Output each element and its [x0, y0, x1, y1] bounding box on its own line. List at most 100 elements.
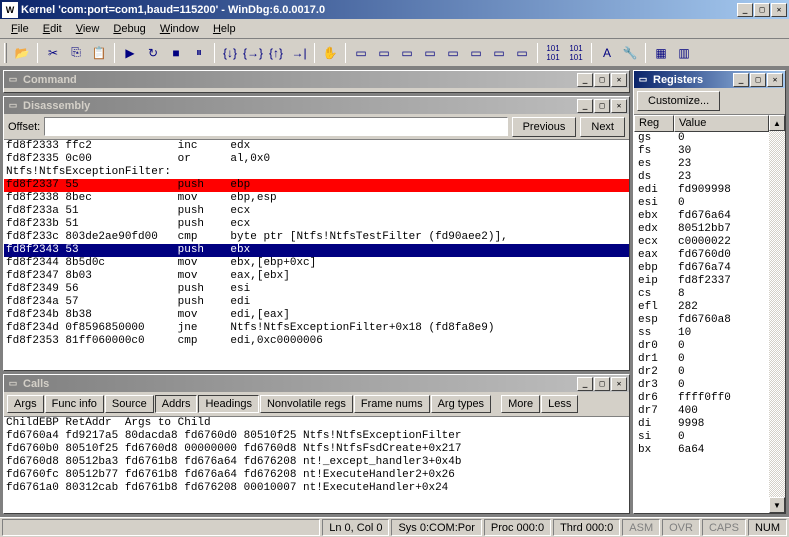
breakpoint-icon[interactable]: ✋	[319, 42, 341, 64]
pane-close-button[interactable]: ✕	[611, 99, 627, 113]
calls-tab[interactable]: Headings	[198, 395, 258, 413]
disassembly-titlebar[interactable]: ▭ Disassembly _ □ ✕	[4, 97, 629, 114]
calls-tab[interactable]: Nonvolatile regs	[260, 395, 353, 413]
registers-col-reg[interactable]: Reg	[634, 115, 674, 132]
locals-window-icon[interactable]: ▭	[396, 42, 418, 64]
scratch-window-icon[interactable]: ▭	[511, 42, 533, 64]
register-row[interactable]: di9998	[634, 418, 769, 431]
register-row[interactable]: dr10	[634, 353, 769, 366]
disasm-line[interactable]: fd8f233a 51 push ecx	[4, 205, 629, 218]
register-row[interactable]: gs0	[634, 132, 769, 145]
registers-col-value[interactable]: Value	[674, 115, 769, 132]
break-icon[interactable]: ⏸	[188, 42, 210, 64]
disasm-line[interactable]: fd8f2347 8b03 mov eax,[ebx]	[4, 270, 629, 283]
calls-less-button[interactable]: Less	[541, 395, 578, 413]
disasm-line[interactable]: fd8f233c 803de2ae90fd00 cmp byte ptr [Nt…	[4, 231, 629, 244]
calls-tab[interactable]: Arg types	[431, 395, 491, 413]
disasm-line[interactable]: fd8f2344 8b5d0c mov ebx,[ebp+0xc]	[4, 257, 629, 270]
copy-icon[interactable]: ⎘	[65, 42, 87, 64]
menu-debug[interactable]: Debug	[106, 21, 152, 37]
disasm-line[interactable]: fd8f234d 0f8596850000 jne Ntfs!NtfsExcep…	[4, 322, 629, 335]
disasm-line[interactable]: fd8f2335 0c00 or al,0x0	[4, 153, 629, 166]
step-into-icon[interactable]: {↓}	[219, 42, 241, 64]
stop-icon[interactable]: ■	[165, 42, 187, 64]
pane-minimize-button[interactable]: _	[577, 73, 593, 87]
register-row[interactable]: dr7400	[634, 405, 769, 418]
pane-close-button[interactable]: ✕	[611, 377, 627, 391]
calls-listing[interactable]: ChildEBP RetAddr Args to Childfd6760a4 f…	[4, 417, 629, 513]
disasm-line[interactable]: fd8f2343 53 push ebx	[4, 244, 629, 257]
disasm-line[interactable]: fd8f2349 56 push esi	[4, 283, 629, 296]
pane-minimize-button[interactable]: _	[577, 377, 593, 391]
font-icon[interactable]: A	[596, 42, 618, 64]
disasm-line[interactable]: fd8f2337 55 push ebp	[4, 179, 629, 192]
disasm-line[interactable]: fd8f2333 ffc2 inc edx	[4, 140, 629, 153]
callstack-window-icon[interactable]: ▭	[465, 42, 487, 64]
command-window-icon[interactable]: ▭	[350, 42, 372, 64]
customize-button[interactable]: Customize...	[637, 91, 720, 111]
disasm-line[interactable]: fd8f234a 57 push edi	[4, 296, 629, 309]
pane-minimize-button[interactable]: _	[577, 99, 593, 113]
calls-more-button[interactable]: More	[501, 395, 540, 413]
calls-tab[interactable]: Func info	[45, 395, 104, 413]
register-row[interactable]: bx6a64	[634, 444, 769, 457]
register-row[interactable]: ebpfd676a74	[634, 262, 769, 275]
register-row[interactable]: dr00	[634, 340, 769, 353]
register-row[interactable]: cs8	[634, 288, 769, 301]
arrange-icon[interactable]: ▦	[650, 42, 672, 64]
memory-window-icon[interactable]: ▭	[442, 42, 464, 64]
register-row[interactable]: dr30	[634, 379, 769, 392]
source-mode-icon[interactable]: 101101	[542, 42, 564, 64]
arrange2-icon[interactable]: ▥	[673, 42, 695, 64]
minimize-button[interactable]: _	[737, 3, 753, 17]
calls-tab[interactable]: Frame nums	[354, 395, 430, 413]
previous-button[interactable]: Previous	[512, 117, 577, 137]
scroll-up-icon[interactable]: ▲	[769, 115, 785, 131]
register-row[interactable]: espfd6760a8	[634, 314, 769, 327]
offset-input[interactable]	[44, 117, 507, 136]
pane-maximize-button[interactable]: □	[594, 377, 610, 391]
open-icon[interactable]: 📂	[11, 42, 33, 64]
run-to-cursor-icon[interactable]: →|	[288, 42, 310, 64]
menu-file[interactable]: File	[4, 21, 36, 37]
go-icon[interactable]: ▶	[119, 42, 141, 64]
menu-window[interactable]: Window	[153, 21, 206, 37]
register-row[interactable]: efl282	[634, 301, 769, 314]
paste-icon[interactable]: 📋	[88, 42, 110, 64]
calls-row[interactable]: fd6760d8 80512ba3 fd6761b8 fd676a64 fd67…	[4, 456, 629, 469]
disasm-line[interactable]: Ntfs!NtfsExceptionFilter:	[4, 166, 629, 179]
pane-close-button[interactable]: ✕	[767, 73, 783, 87]
step-over-icon[interactable]: {→}	[242, 42, 264, 64]
calls-tab[interactable]: Args	[7, 395, 44, 413]
restart-icon[interactable]: ↻	[142, 42, 164, 64]
disassembly-listing[interactable]: fd8f2333 ffc2 inc edxfd8f2335 0c00 or al…	[4, 140, 629, 370]
disasm-line[interactable]: fd8f233b 51 push ecx	[4, 218, 629, 231]
calls-row[interactable]: fd6760a4 fd9217a5 80dacda8 fd6760d0 8051…	[4, 430, 629, 443]
scroll-down-icon[interactable]: ▼	[769, 497, 785, 513]
calls-titlebar[interactable]: ▭ Calls _ □ ✕	[4, 375, 629, 392]
calls-tab[interactable]: Addrs	[155, 395, 198, 413]
registers-scrollbar[interactable]: ▲ ▼	[769, 115, 785, 513]
pane-maximize-button[interactable]: □	[594, 99, 610, 113]
register-row[interactable]: edifd909998	[634, 184, 769, 197]
close-button[interactable]: ✕	[771, 3, 787, 17]
next-button[interactable]: Next	[580, 117, 625, 137]
pane-minimize-button[interactable]: _	[733, 73, 749, 87]
menu-view[interactable]: View	[69, 21, 107, 37]
register-row[interactable]: es23	[634, 158, 769, 171]
register-row[interactable]: ecxc0000022	[634, 236, 769, 249]
cut-icon[interactable]: ✂	[42, 42, 64, 64]
watch-window-icon[interactable]: ▭	[373, 42, 395, 64]
register-row[interactable]: ss10	[634, 327, 769, 340]
options-icon[interactable]: 🔧	[619, 42, 641, 64]
binary-mode-icon[interactable]: 101101	[565, 42, 587, 64]
menu-edit[interactable]: Edit	[36, 21, 69, 37]
calls-row[interactable]: fd6760fc 80512b77 fd6761b8 fd676a64 fd67…	[4, 469, 629, 482]
disasm-line[interactable]: fd8f2338 8bec mov ebp,esp	[4, 192, 629, 205]
register-row[interactable]: ds23	[634, 171, 769, 184]
pane-close-button[interactable]: ✕	[611, 73, 627, 87]
register-row[interactable]: eaxfd6760d0	[634, 249, 769, 262]
registers-titlebar[interactable]: ▭ Registers _ □ ✕	[634, 71, 785, 88]
calls-tab[interactable]: Source	[105, 395, 154, 413]
disasm-line[interactable]: fd8f2353 81ff060000c0 cmp edi,0xc0000006	[4, 335, 629, 348]
